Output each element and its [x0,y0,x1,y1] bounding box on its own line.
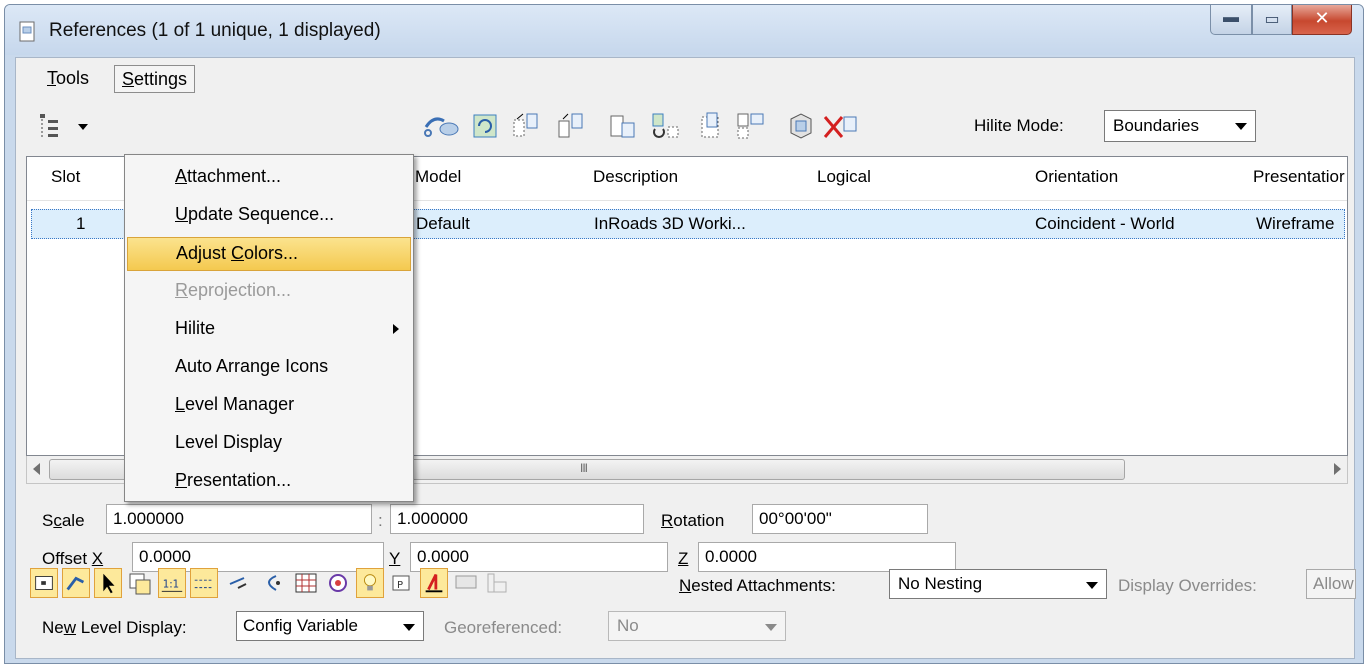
document-icon [19,21,35,42]
toolbar: Hilite Mode: Boundaries [16,98,1354,154]
new-level-display-label: New Level Display: [42,618,187,637]
close-icon: ✕ [1314,8,1330,28]
transparency-icon[interactable] [420,568,448,598]
move-icon[interactable] [511,111,541,141]
dialog-client: Tools Settings Hilite Mode: Boundaries S… [15,57,1356,659]
cell-slot: 1 [76,214,86,233]
true-scale-toggle-icon[interactable]: 1:1 [158,568,186,598]
col-slot[interactable]: Slot [51,167,80,187]
menu-item-presentation[interactable]: Presentation... [127,465,411,499]
ignore-attach-icon[interactable] [226,568,254,598]
print-icon[interactable]: P [388,568,416,598]
scale-master-input[interactable]: 1.000000 [106,504,372,534]
menu-item-level-manager[interactable]: Level Manager [127,389,411,423]
svg-text:1:1: 1:1 [163,580,179,591]
hilite-mode-select[interactable]: Boundaries [1104,110,1256,142]
new-level-display-value: Config Variable [243,616,358,635]
offset-z-label: Z [678,549,689,568]
menu-item-hilite-label: Hilite [175,318,216,338]
level-grid-icon[interactable] [292,568,320,598]
nested-attachments-value: No Nesting [898,574,983,593]
window-title: References (1 of 1 unique, 1 displayed) [49,20,381,41]
georeferenced-label: Georeferenced: [444,618,563,637]
locate-toggle-icon[interactable] [94,568,122,598]
offset-z-input[interactable]: 0.0000 [698,542,956,572]
disabled-tool-icon [487,573,507,593]
scale-line-toggle-icon[interactable] [190,568,218,598]
cell-orientation: Coincident - World [1035,214,1175,233]
lightbulb-icon[interactable] [356,568,384,598]
minimize-icon: ▬ [1223,9,1239,26]
delete-clip-icon[interactable] [822,111,862,141]
scale-label: Scale [42,511,85,530]
display-toggle-icon[interactable] [30,568,58,598]
georeferenced-value: No [617,616,639,635]
rotation-input[interactable]: 00°00'00" [752,504,928,534]
offset-y-input[interactable]: 0.0000 [410,542,668,572]
references-window: References (1 of 1 unique, 1 displayed) … [4,4,1364,664]
list-view-icon[interactable] [38,112,98,142]
clip-toggle-icon[interactable] [126,568,154,598]
scroll-right-icon[interactable] [1334,463,1341,475]
maximize-button[interactable]: ▭ [1252,5,1292,35]
hilite-mode-value: Boundaries [1113,116,1200,135]
svg-text:P: P [397,580,403,591]
menu-item-level-display[interactable]: Level Display [127,427,411,461]
menu-tools[interactable]: Tools [40,65,96,93]
chevron-down-icon [403,624,415,631]
comment-icon [455,575,477,589]
chevron-down-icon [1086,582,1098,589]
chevron-down-icon [765,624,777,631]
menu-item-auto-arrange-icons[interactable]: Auto Arrange Icons [127,351,411,385]
copy-icon[interactable] [556,111,586,141]
offset-x-label: Offset X [42,549,104,568]
reload-icon[interactable] [422,111,460,141]
clip-front-icon[interactable] [786,111,816,141]
menu-item-attachment[interactable]: Attachment... [127,161,411,195]
title-bar[interactable]: References (1 of 1 unique, 1 displayed) … [5,5,1363,55]
rotate-icon[interactable] [471,111,501,141]
menu-item-hilite[interactable]: Hilite [127,313,411,347]
minimize-button[interactable]: ▬ [1210,5,1252,35]
mirror-icon[interactable] [650,111,680,141]
menu-item-adjust-colors[interactable]: Adjust Colors... [127,237,411,271]
snap-toggle-icon[interactable] [62,568,90,598]
menu-bar: Tools Settings [16,58,1354,96]
chevron-down-icon [1235,123,1247,130]
col-logical[interactable]: Logical [817,167,871,187]
display-overrides-select: Allow [1306,569,1356,599]
clip-mask-icon[interactable] [736,111,766,141]
menu-settings[interactable]: Settings [114,65,196,93]
hilite-mode-label: Hilite Mode: [974,116,1064,135]
rotation-label: Rotation [661,511,725,530]
clip-icon[interactable] [696,111,726,141]
settings-dropdown-menu: Attachment... Update Sequence... Adjust … [124,154,414,502]
col-presentation[interactable]: Presentatior [1253,167,1345,187]
col-model[interactable]: Model [415,167,461,187]
scroll-grip: III [580,461,588,475]
scale-icon[interactable] [608,111,638,141]
cell-presentation: Wireframe [1256,214,1335,233]
nested-attachments-label: Nested Attachments: [679,576,836,595]
col-orientation[interactable]: Orientation [1035,167,1118,187]
display-overrides-label: Display Overrides: [1118,576,1257,595]
scale-ref-input[interactable]: 1.000000 [390,504,644,534]
close-button[interactable]: ✕ [1292,5,1352,35]
menu-item-reprojection: Reprojection... [175,280,292,300]
maximize-icon: ▭ [1264,11,1280,28]
scroll-left-icon[interactable] [33,463,40,475]
cell-model: Default [416,214,470,233]
level-override-icon[interactable] [324,568,352,598]
col-description[interactable]: Description [593,167,678,187]
scale-separator: : [378,511,383,530]
cell-description: InRoads 3D Worki... [594,214,746,233]
georeferenced-select: No [608,611,786,641]
offset-y-label: Y [389,549,401,568]
submenu-arrow-icon [393,324,399,334]
nested-attachments-select[interactable]: No Nesting [889,569,1107,599]
new-level-display-select[interactable]: Config Variable [236,611,424,641]
use-lights-icon[interactable] [256,568,284,598]
menu-item-update-sequence[interactable]: Update Sequence... [127,199,411,233]
